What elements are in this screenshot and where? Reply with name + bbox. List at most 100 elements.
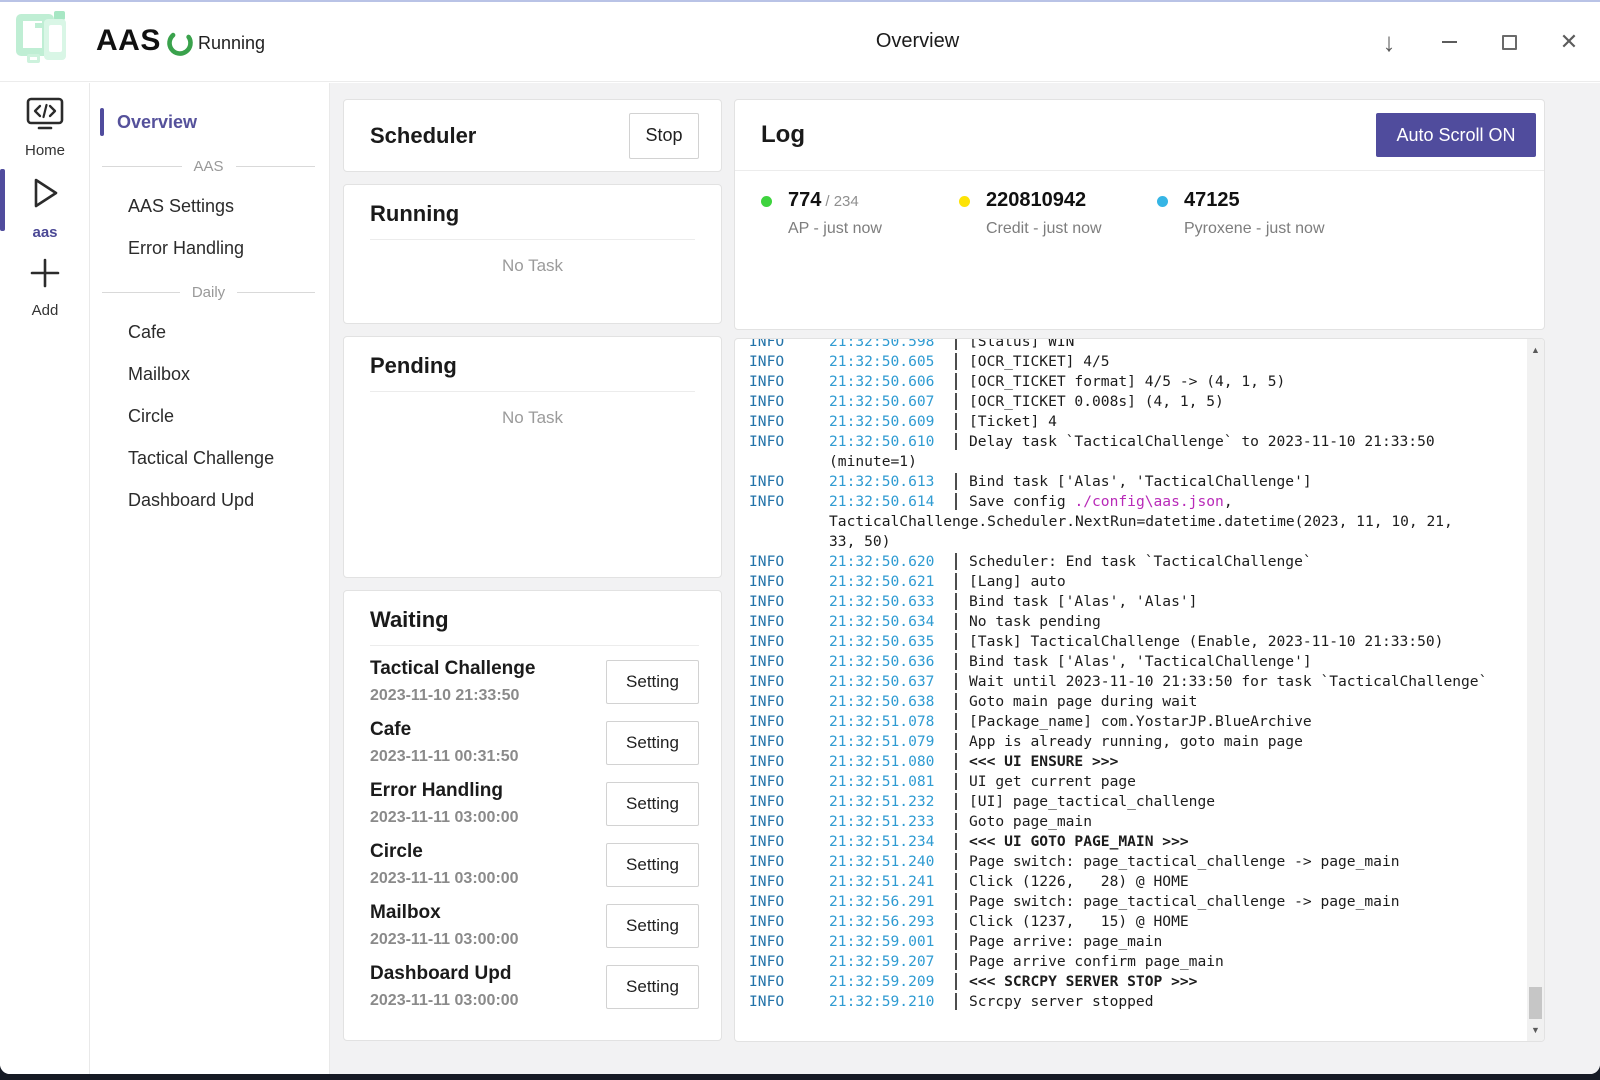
task-setting-button[interactable]: Setting xyxy=(606,782,699,826)
log-message: Goto page_main xyxy=(955,813,1092,830)
nav-item-label: Error Handling xyxy=(128,238,244,259)
log-message: <<< UI ENSURE >>> xyxy=(955,753,1118,770)
close-icon[interactable]: ✕ xyxy=(1556,29,1582,55)
log-line: INFO21:32:50.610Delay task `TacticalChal… xyxy=(749,432,1527,452)
log-terminal: INFO21:32:50.598[Status] WININFO21:32:50… xyxy=(735,339,1527,1041)
waiting-task-info: Circle2023-11-11 03:00:00 xyxy=(370,841,519,888)
log-message: Page switch: page_tactical_challenge -> … xyxy=(955,893,1400,910)
pending-card: Pending No Task xyxy=(343,336,722,578)
task-setting-button[interactable]: Setting xyxy=(606,904,699,948)
log-timestamp: 21:32:59.210 xyxy=(829,992,955,1012)
waiting-task-name: Mailbox xyxy=(370,902,519,924)
waiting-task-info: Tactical Challenge2023-11-10 21:33:50 xyxy=(370,658,535,705)
log-line: INFO21:32:50.637Wait until 2023-11-10 21… xyxy=(749,672,1527,692)
active-indicator-bar xyxy=(0,169,5,231)
log-level: INFO xyxy=(749,432,829,452)
scrollbar-thumb[interactable] xyxy=(1529,987,1542,1019)
minimize-icon[interactable] xyxy=(1436,29,1462,55)
nav-section-divider: AAS xyxy=(102,147,315,185)
rail-item-home[interactable]: Home xyxy=(0,83,90,159)
waiting-task-info: Dashboard Upd2023-11-11 03:00:00 xyxy=(370,963,519,1010)
log-message: [OCR_TICKET format] 4/5 -> (4, 1, 5) xyxy=(955,373,1285,390)
nav-item-circle[interactable]: Circle xyxy=(90,399,329,433)
scheduler-title: Scheduler xyxy=(370,123,476,149)
rail-item-add[interactable]: Add xyxy=(0,241,90,319)
log-message: No task pending xyxy=(955,613,1101,630)
resource-stat: 220810942 Credit - just now xyxy=(959,189,1157,238)
log-line: INFO21:32:50.609[Ticket] 4 xyxy=(749,412,1527,432)
log-message: [OCR_TICKET 0.008s] (4, 1, 5) xyxy=(955,393,1224,410)
scroll-down-icon[interactable]: ▼ xyxy=(1527,1022,1544,1038)
log-timestamp: 21:32:50.606 xyxy=(829,372,955,392)
task-setting-button[interactable]: Setting xyxy=(606,843,699,887)
task-setting-button[interactable]: Setting xyxy=(606,965,699,1009)
log-message: [OCR_TICKET] 4/5 xyxy=(955,353,1110,370)
log-message: Goto main page during wait xyxy=(955,693,1197,710)
task-setting-button[interactable]: Setting xyxy=(606,660,699,704)
maximize-icon[interactable] xyxy=(1496,29,1522,55)
log-level: INFO xyxy=(749,692,829,712)
waiting-task-row: Tactical Challenge2023-11-10 21:33:50 Set… xyxy=(370,646,699,707)
divider-line xyxy=(237,292,315,293)
status-dot-icon xyxy=(1157,196,1168,207)
stat-label: AP - just now xyxy=(788,220,882,238)
log-timestamp: 21:32:51.078 xyxy=(829,712,955,732)
rail-item-label: aas xyxy=(32,224,57,241)
log-timestamp: 21:32:50.613 xyxy=(829,472,955,492)
status-dot-icon xyxy=(959,196,970,207)
nav-item-mailbox[interactable]: Mailbox xyxy=(90,357,329,391)
log-message: Save config ./config\aas.json, xyxy=(955,493,1233,510)
rail-item-aas[interactable]: aas xyxy=(0,159,90,241)
waiting-task-name: Tactical Challenge xyxy=(370,658,535,680)
stop-button[interactable]: Stop xyxy=(629,113,699,159)
nav-item-label: Overview xyxy=(117,112,197,133)
nav-item-label: Tactical Challenge xyxy=(128,448,274,469)
log-card: Log Auto Scroll ON 774/ 234AP - just now… xyxy=(734,99,1545,330)
stat-value-row: 47125 xyxy=(1184,189,1325,212)
log-message: Page arrive confirm page_main xyxy=(955,953,1224,970)
nav-item-cafe[interactable]: Cafe xyxy=(90,315,329,349)
log-message: Bind task ['Alas', 'TacticalChallenge'] xyxy=(955,473,1312,490)
log-timestamp: 21:32:51.080 xyxy=(829,752,955,772)
log-level: INFO xyxy=(749,932,829,952)
scheduler-status-text: Running xyxy=(198,33,265,54)
log-level: INFO xyxy=(749,392,829,412)
waiting-task-row: Cafe2023-11-11 00:31:50Setting xyxy=(370,707,699,768)
log-timestamp: 21:32:56.291 xyxy=(829,892,955,912)
log-level: INFO xyxy=(749,772,829,792)
log-line: INFO21:32:59.209<<< SCRCPY SERVER STOP >… xyxy=(749,972,1527,992)
log-line: INFO21:32:50.620Scheduler: End task `Tac… xyxy=(749,552,1527,572)
nav-item-overview[interactable]: Overview xyxy=(90,105,329,139)
nav-item-tactical-challenge[interactable]: Tactical Challenge xyxy=(90,441,329,475)
nav-item-label: Circle xyxy=(128,406,174,427)
log-line: INFO21:32:50.636Bind task ['Alas', 'Tact… xyxy=(749,652,1527,672)
nav-item-error-handling[interactable]: Error Handling xyxy=(90,231,329,265)
nav-item-dashboard-upd[interactable]: Dashboard Upd xyxy=(90,483,329,517)
log-message: Delay task `TacticalChallenge` to 2023-1… xyxy=(955,433,1435,450)
log-level: INFO xyxy=(749,892,829,912)
log-line: INFO21:32:59.001Page arrive: page_main xyxy=(749,932,1527,952)
auto-scroll-toggle[interactable]: Auto Scroll ON xyxy=(1376,113,1536,157)
plus-icon xyxy=(28,255,62,296)
hide-to-tray-icon[interactable]: ↓ xyxy=(1376,29,1402,55)
log-line: INFO21:32:56.291Page switch: page_tactic… xyxy=(749,892,1527,912)
waiting-task-row: Circle2023-11-11 03:00:00 Setting xyxy=(370,829,699,890)
stat-label: Credit - just now xyxy=(986,220,1102,238)
nav-section-label: AAS xyxy=(182,158,236,175)
log-scrollbar[interactable]: ▲ ▼ xyxy=(1527,339,1544,1041)
log-message: Page arrive: page_main xyxy=(955,933,1162,950)
waiting-card: Waiting Tactical Challenge2023-11-10 21:… xyxy=(343,590,722,1041)
nav-item-aas-settings[interactable]: AAS Settings xyxy=(90,189,329,223)
stat-value-row: 220810942 xyxy=(986,189,1102,212)
log-timestamp: 21:32:50.634 xyxy=(829,612,955,632)
log-level: INFO xyxy=(749,672,829,692)
log-level: INFO xyxy=(749,612,829,632)
log-message: [Lang] auto xyxy=(955,573,1066,590)
task-setting-button[interactable]: Setting xyxy=(606,721,699,765)
log-message: Click (1226, 28) @ HOME xyxy=(955,873,1189,890)
task-nav: OverviewAASAAS SettingsError HandlingDai… xyxy=(90,83,330,1074)
window-controls: ↓ ✕ xyxy=(1376,2,1582,82)
resource-stat: 47125Pyroxene - just now xyxy=(1157,189,1355,238)
scroll-up-icon[interactable]: ▲ xyxy=(1527,342,1544,358)
log-message: [UI] page_tactical_challenge xyxy=(955,793,1215,810)
